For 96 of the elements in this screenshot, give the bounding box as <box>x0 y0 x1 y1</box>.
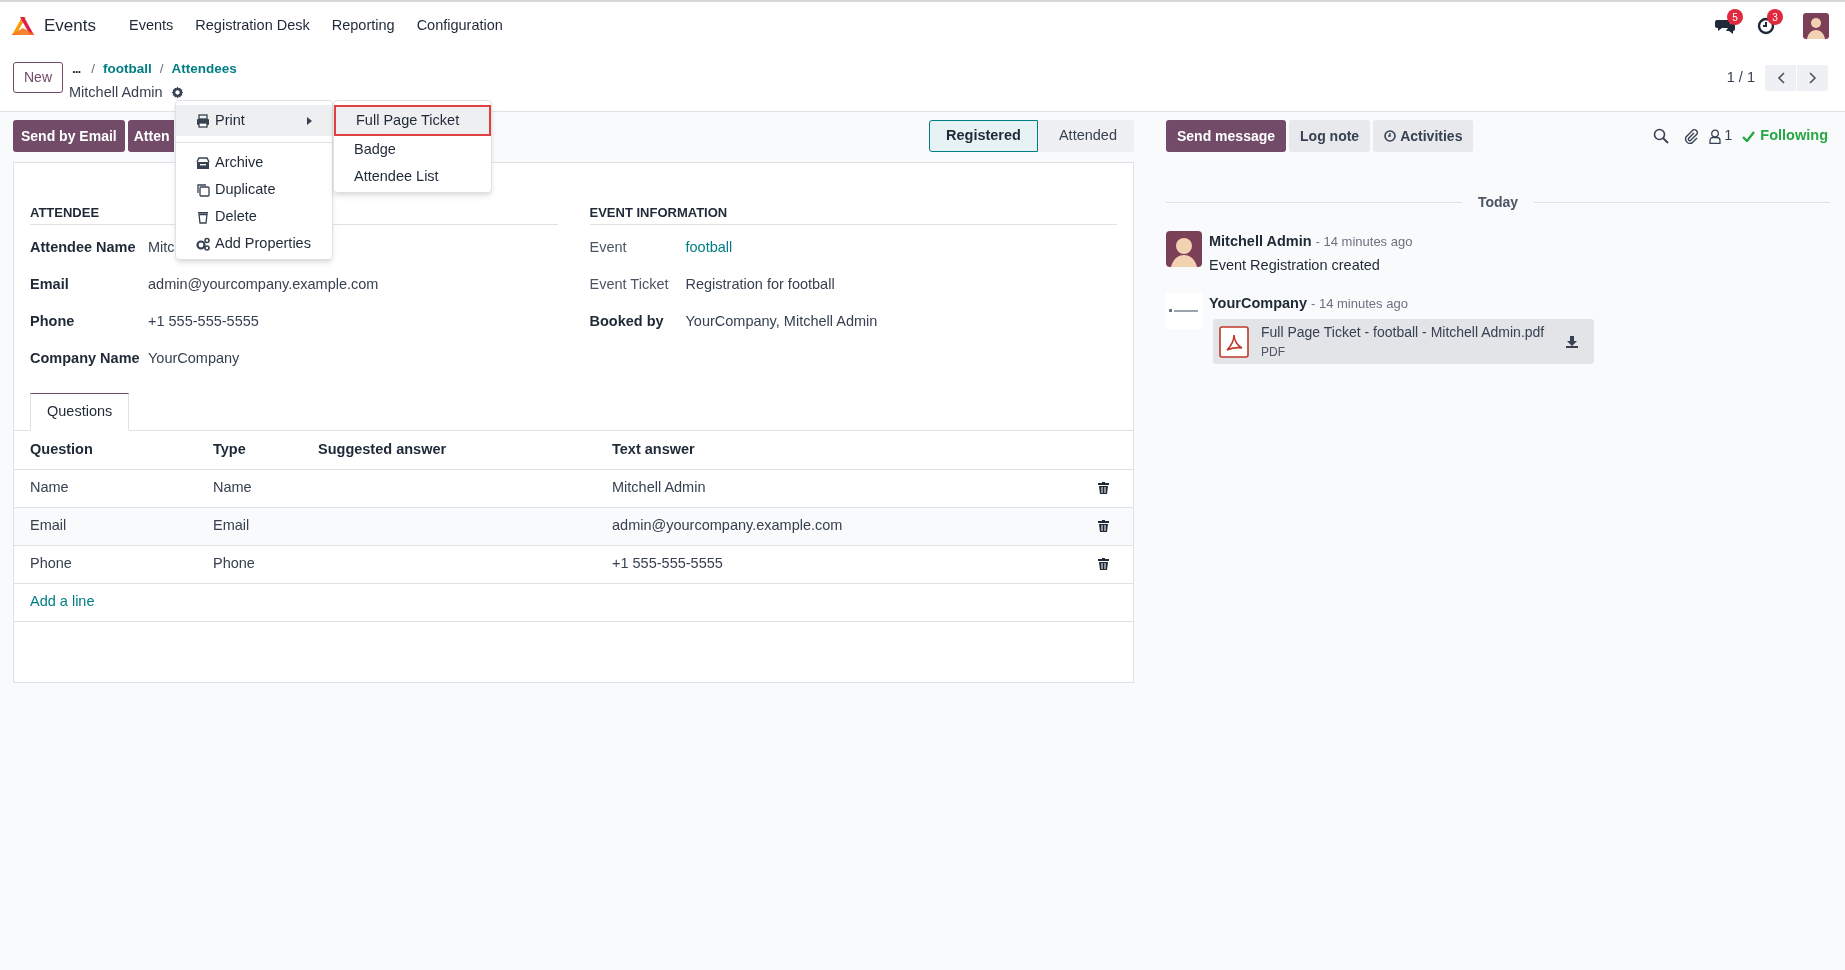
message-author[interactable]: Mitchell Admin <box>1209 231 1312 253</box>
menu-item[interactable]: Add Properties <box>176 230 332 257</box>
field-label: Email <box>30 274 70 294</box>
paperclip-icon[interactable] <box>1683 128 1700 144</box>
author-avatar[interactable] <box>1166 231 1202 267</box>
status-stage[interactable]: Attended <box>1037 120 1134 152</box>
table-cell-text: Name <box>213 478 253 498</box>
field-value: admin@yourcompany.example.com <box>148 274 379 294</box>
table-cell-text: Name <box>30 478 70 498</box>
chat-button[interactable]: 5 <box>1715 11 1751 41</box>
trash-icon <box>196 209 210 224</box>
table-cell-text: +1 555-555-5555 <box>612 554 724 574</box>
menu-item[interactable]: Badge <box>334 136 491 163</box>
pager-value: 1 / 1 <box>1726 68 1755 88</box>
chatter-button[interactable]: Log note <box>1289 120 1371 152</box>
date-separator: Today <box>1476 193 1520 212</box>
chatter-button[interactable]: Activities <box>1373 120 1474 152</box>
table-cell-text: Phone <box>30 554 73 574</box>
action-button[interactable]: Send by Email <box>13 120 125 152</box>
app-logo-icon <box>10 15 36 37</box>
company-logo-icon <box>1166 292 1202 329</box>
section-title: EVENT INFORMATION <box>589 203 1117 225</box>
user-avatar[interactable] <box>1803 13 1829 39</box>
breadcrumb-link[interactable]: Attendees <box>171 58 237 80</box>
column-header: Type <box>213 439 247 459</box>
field-value: Registration for football <box>685 274 835 294</box>
breadcrumb-separator: / <box>159 59 164 78</box>
breadcrumb-link[interactable]: football <box>103 58 152 80</box>
status-stage[interactable]: Registered <box>929 120 1038 152</box>
caret-right-icon <box>307 116 312 125</box>
trash-icon[interactable] <box>1098 558 1109 570</box>
breadcrumb-more[interactable]: ... <box>69 58 84 80</box>
chevron-right-icon <box>1808 72 1817 84</box>
nav-menu-item[interactable]: Reporting <box>320 15 406 37</box>
breadcrumb-separator: / <box>91 59 96 78</box>
record-title: Mitchell Admin <box>69 83 163 102</box>
table-cell-text: Phone <box>213 554 256 574</box>
tab[interactable]: Questions <box>30 392 130 431</box>
trash-icon[interactable] <box>1098 520 1109 532</box>
action-button[interactable]: Atten <box>127 120 174 152</box>
chatter-button[interactable]: Send message <box>1166 120 1287 152</box>
message-time: - 14 minutes ago <box>1315 233 1413 251</box>
field-value: YourCompany <box>148 348 240 368</box>
message-body: Event Registration created <box>1209 255 1381 275</box>
menu-item[interactable]: Full Page Ticket <box>334 105 491 136</box>
field-label: Event Ticket <box>589 274 670 294</box>
table-cell-text: Email <box>30 516 68 536</box>
field-label: Phone <box>30 311 76 331</box>
menu-item[interactable]: Archive <box>176 149 332 176</box>
menu-item[interactable]: Print <box>176 105 332 136</box>
archive-icon <box>196 155 210 170</box>
column-header: Text answer <box>612 439 696 459</box>
check-icon <box>1742 130 1756 142</box>
nav-menu-item[interactable]: Registration Desk <box>184 15 321 37</box>
column-header: Suggested answer <box>318 439 448 459</box>
notification-badge: 3 <box>1767 9 1783 25</box>
menu-item[interactable]: Duplicate <box>176 176 332 203</box>
nav-menu-item[interactable]: Configuration <box>405 15 514 37</box>
chevron-left-icon <box>1776 72 1785 84</box>
nav-menu-item[interactable]: Events <box>118 15 185 37</box>
clock-button[interactable]: 3 <box>1757 11 1793 41</box>
gears-icon <box>196 236 210 251</box>
field-value: YourCompany, Mitchell Admin <box>685 311 878 331</box>
attachment-card[interactable]: Full Page Ticket - football - Mitchell Admin.pdf PDF <box>1213 319 1594 365</box>
column-header: Question <box>30 439 94 459</box>
menu-item[interactable]: Attendee List <box>334 163 491 190</box>
table-cell-text: Mitchell Admin <box>612 478 707 498</box>
attachment-type: PDF <box>1261 344 1286 362</box>
message-time: - 14 minutes ago <box>1311 294 1408 313</box>
new-button[interactable]: New <box>13 62 63 93</box>
clock-icon <box>1384 130 1397 142</box>
app-name[interactable]: Events <box>44 13 96 39</box>
followers-button[interactable]: 1 <box>1709 125 1733 147</box>
person-icon <box>1709 128 1722 144</box>
field-label: Company Name <box>30 348 141 368</box>
table-cell-text: Email <box>213 516 251 536</box>
previous-button[interactable] <box>1765 65 1796 91</box>
pdf-icon <box>1219 325 1249 358</box>
field-label: Attendee Name <box>30 237 137 257</box>
table-cell-text: admin@yourcompany.example.com <box>612 516 844 536</box>
field-label: Booked by <box>589 311 665 331</box>
trash-icon[interactable] <box>1098 482 1109 494</box>
printer-icon <box>196 113 210 128</box>
field-value: +1 555-555-5555 <box>148 311 259 331</box>
download-icon[interactable] <box>1566 335 1578 348</box>
field-label: Event <box>589 237 628 257</box>
next-button[interactable] <box>1797 65 1828 91</box>
message-author[interactable]: YourCompany <box>1209 292 1308 315</box>
add-line-link[interactable]: Add a line <box>30 591 95 613</box>
field-value: Mitc <box>148 237 175 257</box>
copy-icon <box>196 182 210 197</box>
notification-badge: 5 <box>1727 9 1743 25</box>
field-link[interactable]: football <box>685 236 733 259</box>
attachment-name: Full Page Ticket - football - Mitchell Admin.pdf <box>1261 323 1546 343</box>
search-icon[interactable] <box>1653 128 1670 144</box>
gear-icon[interactable] <box>170 86 184 100</box>
